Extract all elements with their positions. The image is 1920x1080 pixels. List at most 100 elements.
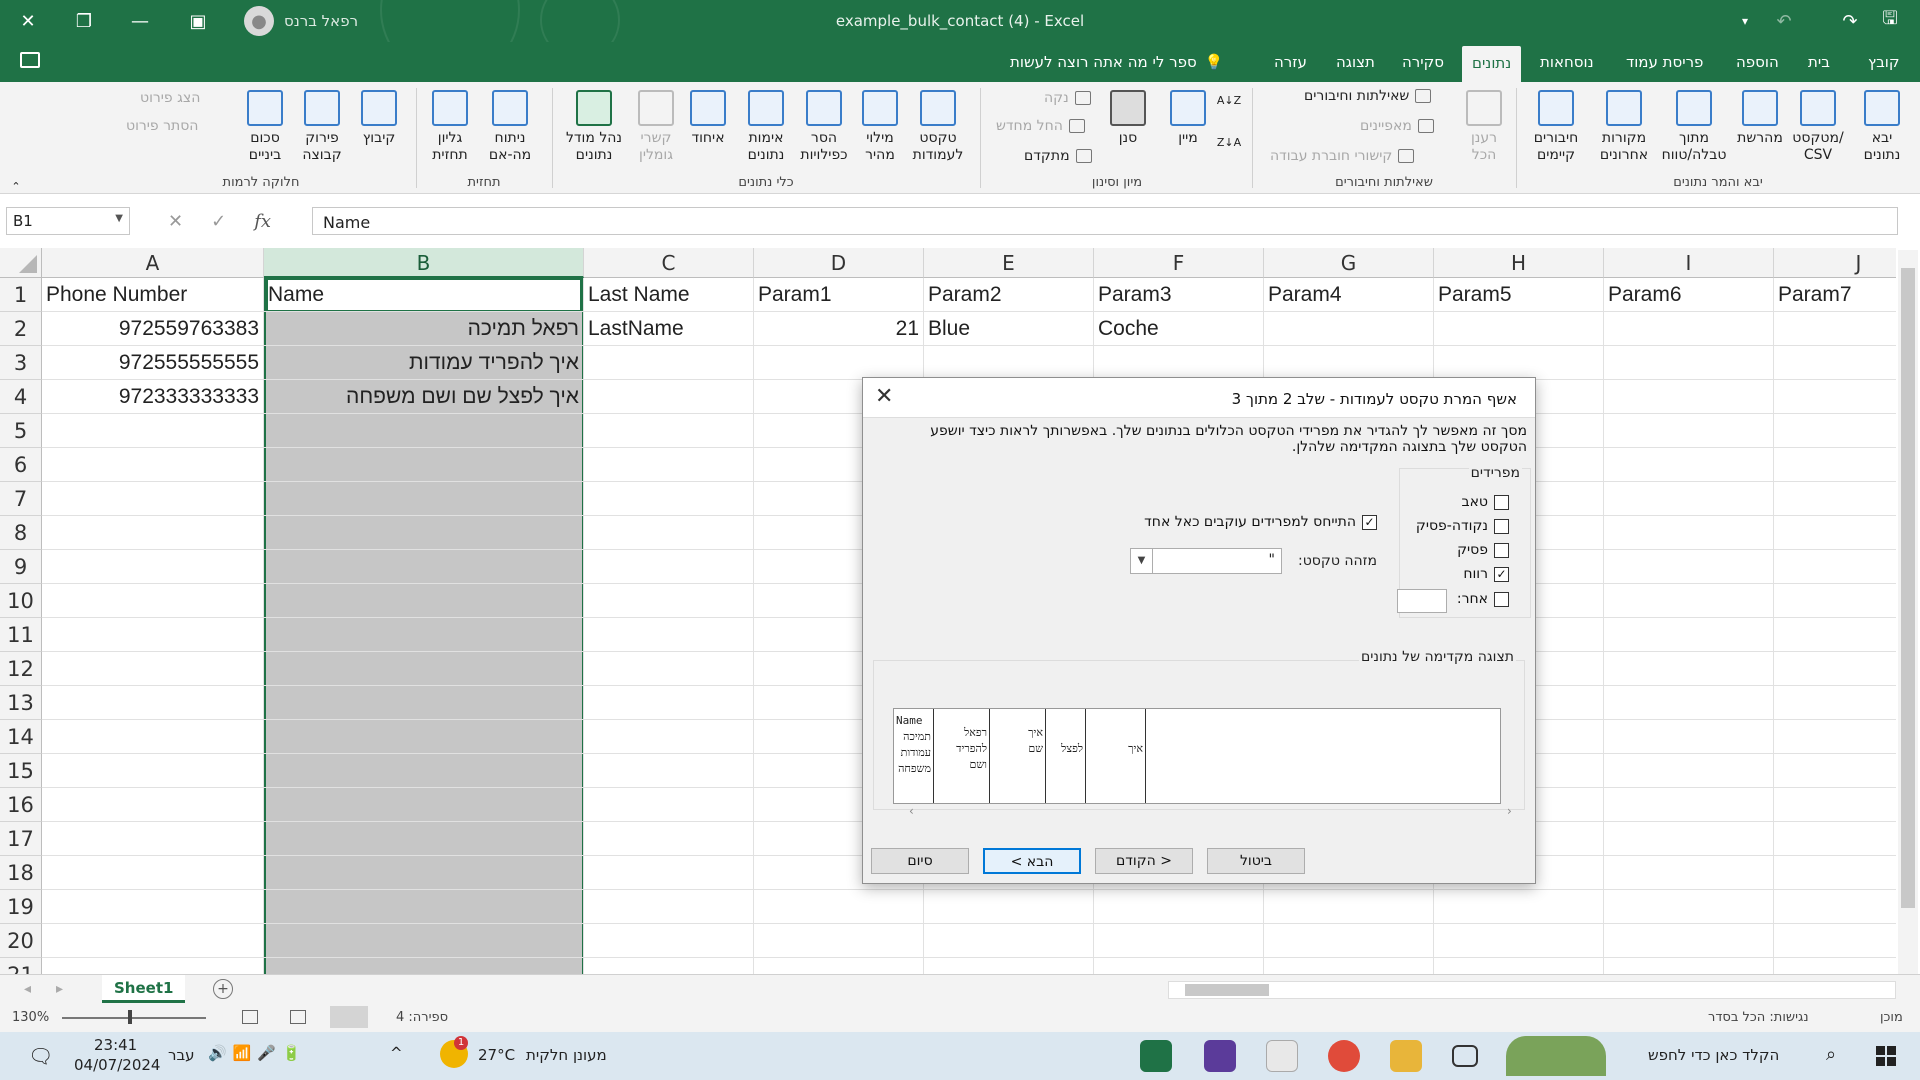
cell-i18[interactable] — [1604, 856, 1774, 890]
cell-j2[interactable] — [1774, 312, 1896, 346]
comments-icon[interactable] — [20, 52, 40, 68]
sort-za-icon[interactable]: Z↓A — [1214, 134, 1244, 151]
column-header-j[interactable]: J — [1774, 248, 1896, 278]
existing-connections-button[interactable]: חיבורים קיימים — [1524, 90, 1588, 164]
app-taskbar-icon[interactable] — [1204, 1040, 1236, 1072]
properties-button[interactable]: מאפיינים — [1360, 118, 1434, 134]
cell-f1[interactable]: Param3 — [1094, 278, 1264, 312]
cell-i3[interactable] — [1604, 346, 1774, 380]
column-header-h[interactable]: H — [1434, 248, 1604, 278]
from-web-button[interactable]: מהרשת — [1732, 90, 1788, 147]
redo-icon[interactable]: ↷ — [1830, 0, 1870, 42]
cell-c11[interactable] — [584, 618, 754, 652]
zoom-slider-thumb[interactable] — [128, 1010, 132, 1024]
cell-e1[interactable]: Param2 — [924, 278, 1094, 312]
chevron-down-icon[interactable]: ▼ — [1131, 549, 1153, 573]
semicolon-checkbox[interactable]: נקודה-פסיק — [1416, 518, 1509, 534]
filter-button[interactable]: סנן — [1104, 90, 1152, 147]
cell-h19[interactable] — [1434, 890, 1604, 924]
row-header-19[interactable]: 19 — [0, 890, 42, 924]
row-header-20[interactable]: 20 — [0, 924, 42, 958]
cell-a2[interactable]: 972559763383 — [42, 312, 264, 346]
flash-fill-button[interactable]: מילוי מהיר — [852, 90, 908, 164]
ungroup-button[interactable]: פירוק קבוצה — [294, 90, 350, 164]
cell-c13[interactable] — [584, 686, 754, 720]
queries-connections-button[interactable]: שאילתות וחיבורים — [1304, 88, 1432, 104]
vertical-scrollbar[interactable] — [1898, 250, 1918, 974]
cell-a14[interactable] — [42, 720, 264, 754]
cell-g19[interactable] — [1264, 890, 1434, 924]
cell-j15[interactable] — [1774, 754, 1896, 788]
page-layout-view-icon[interactable] — [290, 1010, 306, 1024]
tab-file[interactable]: קובץ — [1866, 50, 1902, 74]
other-checkbox-box[interactable] — [1494, 591, 1509, 607]
back-button[interactable]: < הקודם — [1095, 848, 1193, 874]
finish-button[interactable]: סיום — [871, 848, 969, 874]
cell-j20[interactable] — [1774, 924, 1896, 958]
cell-a6[interactable] — [42, 448, 264, 482]
save-icon[interactable]: 🖫 — [1870, 0, 1910, 42]
cell-a1[interactable]: Phone Number — [42, 278, 264, 312]
column-header-e[interactable]: E — [924, 248, 1094, 278]
cell-b13[interactable] — [264, 686, 584, 720]
cell-a4[interactable]: 972333333333 — [42, 380, 264, 414]
cell-g20[interactable] — [1264, 924, 1434, 958]
cell-j6[interactable] — [1774, 448, 1896, 482]
cell-i17[interactable] — [1604, 822, 1774, 856]
edit-links-button[interactable]: קישורי חוברת עבודה — [1270, 148, 1415, 164]
cell-a3[interactable]: 972555555555 — [42, 346, 264, 380]
cell-f20[interactable] — [1094, 924, 1264, 958]
cell-c15[interactable] — [584, 754, 754, 788]
row-header-2[interactable]: 2 — [0, 312, 42, 346]
tab-checkbox[interactable]: טאב — [1461, 494, 1509, 510]
cell-b1[interactable]: Name — [264, 278, 584, 312]
show-detail-button[interactable]: הצג פירוט — [140, 90, 200, 106]
cell-c16[interactable] — [584, 788, 754, 822]
cell-i1[interactable]: Param6 — [1604, 278, 1774, 312]
cell-j21[interactable] — [1774, 958, 1896, 974]
insert-function-icon[interactable]: fx — [254, 211, 271, 232]
data-preview-box[interactable]: Name תמיכה עמודות משפחה רפאל להפריד ושם איך שם לפ… — [893, 708, 1501, 804]
scroll-right-icon[interactable]: ▸ — [56, 981, 63, 997]
subtotal-button[interactable]: סכום ביניים — [236, 90, 294, 164]
cell-b5[interactable] — [264, 414, 584, 448]
cell-a10[interactable] — [42, 584, 264, 618]
from-table-button[interactable]: מתוך טבלה/טווח — [1656, 90, 1732, 164]
text-to-columns-button[interactable]: טקסט לעמודות — [904, 90, 972, 164]
cell-c7[interactable] — [584, 482, 754, 516]
system-tray-icons[interactable]: 🔊📶🎤🔋 — [208, 1044, 307, 1062]
undo-icon[interactable]: ↶ — [1764, 0, 1804, 42]
cell-g2[interactable] — [1264, 312, 1434, 346]
cell-b14[interactable] — [264, 720, 584, 754]
column-header-g[interactable]: G — [1264, 248, 1434, 278]
cell-b19[interactable] — [264, 890, 584, 924]
cell-h2[interactable] — [1434, 312, 1604, 346]
forecast-sheet-button[interactable]: גליון תחזית — [420, 90, 480, 164]
cell-f2[interactable]: Coche — [1094, 312, 1264, 346]
recent-sources-button[interactable]: מקורות אחרונים — [1592, 90, 1656, 164]
column-header-d[interactable]: D — [754, 248, 924, 278]
cell-j4[interactable] — [1774, 380, 1896, 414]
weather-text[interactable]: מעונן חלקית — [526, 1046, 607, 1064]
cell-b12[interactable] — [264, 652, 584, 686]
normal-view-icon[interactable] — [330, 1006, 368, 1028]
group-button[interactable]: קיבוץ — [354, 90, 404, 147]
sheet-tab-sheet1[interactable]: Sheet1 — [102, 975, 186, 1003]
cell-i7[interactable] — [1604, 482, 1774, 516]
close-icon[interactable]: ✕ — [875, 384, 893, 409]
cell-j13[interactable] — [1774, 686, 1896, 720]
cell-g21[interactable] — [1264, 958, 1434, 974]
zoom-slider[interactable] — [62, 1017, 206, 1019]
cell-c5[interactable] — [584, 414, 754, 448]
taskbar-search[interactable]: הקלד כאן כדי לחפש — [1648, 1046, 1779, 1064]
comma-checkbox-box[interactable] — [1494, 542, 1509, 558]
cell-c1[interactable]: Last Name — [584, 278, 754, 312]
space-checkbox-box[interactable]: ✓ — [1494, 566, 1509, 582]
scroll-left-icon[interactable]: ◂ — [24, 981, 31, 997]
other-checkbox[interactable]: אחר: — [1457, 591, 1509, 607]
hide-detail-button[interactable]: הסתר פירוט — [126, 118, 198, 134]
cell-a12[interactable] — [42, 652, 264, 686]
row-header-21[interactable]: 21 — [0, 958, 42, 974]
row-header-6[interactable]: 6 — [0, 448, 42, 482]
cell-e21[interactable] — [924, 958, 1094, 974]
